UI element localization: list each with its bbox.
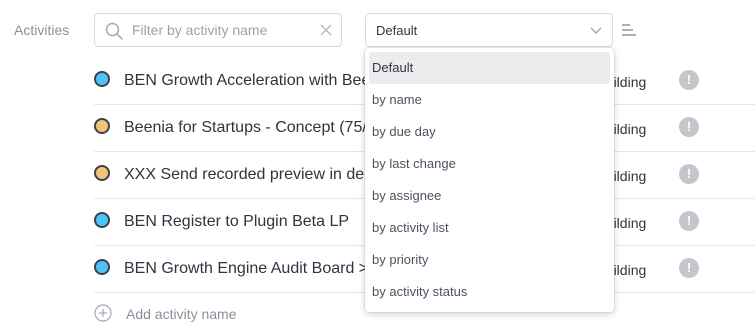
search-icon (105, 22, 123, 40)
sort-option-by-due-day[interactable]: by due day (369, 116, 610, 148)
status-dot (94, 259, 110, 275)
exclamation-icon[interactable]: ! (679, 258, 699, 278)
filter-input[interactable] (132, 20, 312, 40)
activity-name[interactable]: BEN Growth Acceleration with Beenia (124, 72, 384, 90)
status-dot (94, 118, 110, 134)
sort-option-by-priority[interactable]: by priority (369, 244, 610, 276)
plus-circle-icon (94, 304, 112, 322)
activities-label: Activities (14, 22, 70, 38)
sort-option-by-last-change[interactable]: by last change (369, 148, 610, 180)
activity-name[interactable]: XXX Send recorded preview in demo (124, 166, 384, 184)
status-dot (94, 165, 110, 181)
add-activity-label: Add activity name (126, 306, 237, 322)
activity-name[interactable]: BEN Register to Plugin Beta LP (124, 213, 384, 231)
lines-icon[interactable] (621, 24, 637, 38)
sort-option-default[interactable]: Default (369, 52, 610, 84)
exclamation-icon[interactable]: ! (679, 211, 699, 231)
sort-selected-value: Default (376, 23, 418, 38)
status-dot (94, 71, 110, 87)
exclamation-icon[interactable]: ! (679, 164, 699, 184)
chevron-down-icon (590, 27, 602, 34)
close-icon[interactable] (319, 23, 333, 37)
activity-name[interactable]: Beenia for Startups - Concept (75/ (124, 119, 384, 137)
sort-option-by-assignee[interactable]: by assignee (369, 180, 610, 212)
filter-field[interactable] (94, 13, 342, 47)
exclamation-icon[interactable]: ! (679, 70, 699, 90)
sort-option-by-activity-status[interactable]: by activity status (369, 276, 610, 308)
sort-dropdown-menu: Default by name by due day by last chang… (365, 48, 614, 312)
activity-name[interactable]: BEN Growth Engine Audit Board > (124, 260, 384, 278)
sort-select[interactable]: Default (365, 13, 613, 47)
status-dot (94, 212, 110, 228)
exclamation-icon[interactable]: ! (679, 117, 699, 137)
sort-option-by-name[interactable]: by name (369, 84, 610, 116)
sort-option-by-activity-list[interactable]: by activity list (369, 212, 610, 244)
